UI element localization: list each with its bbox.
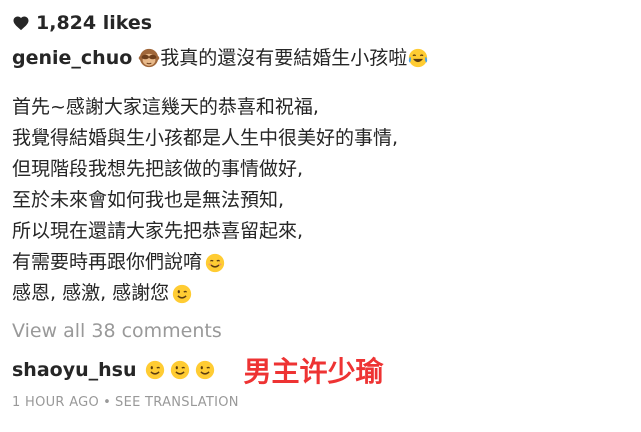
- caption-text: 感恩, 感激, 感謝您: [12, 282, 170, 304]
- comment-meta: 1 HOUR AGO • SEE TRANSLATION: [12, 395, 632, 410]
- caption-line: 但現階段我想先把該做的事情做好,: [12, 154, 632, 185]
- see-translation-link[interactable]: SEE TRANSLATION: [115, 395, 239, 410]
- post-author-username[interactable]: genie_chuo: [12, 44, 132, 72]
- winking-face-icon: [194, 359, 216, 381]
- winking-face-icon: [169, 359, 191, 381]
- likes-count[interactable]: 1,824 likes: [36, 12, 152, 34]
- likes-row[interactable]: 1,824 likes: [12, 10, 632, 36]
- caption-text: 但現階段我想先把該做的事情做好,: [12, 158, 304, 180]
- timestamp: 1 HOUR AGO: [12, 395, 100, 410]
- winking-face-icon: [171, 283, 193, 305]
- view-all-comments-link[interactable]: View all 38 comments: [12, 317, 632, 345]
- red-annotation-text: 男主许少瑜: [243, 355, 384, 388]
- heart-icon[interactable]: [12, 14, 30, 32]
- caption-header: genie_chuo 我真的還沒有要結婚生小孩啦: [12, 44, 632, 72]
- comment-row: shaoyu_hsu 男主许少瑜: [12, 353, 632, 388]
- meta-separator: •: [103, 395, 112, 410]
- caption-line: 至於未來會如何我也是無法預知,: [12, 185, 632, 216]
- caption-line: 所以現在還請大家先把恭喜留起來,: [12, 216, 632, 247]
- caption-text: 所以現在還請大家先把恭喜留起來,: [12, 220, 304, 242]
- smiling-face-icon: [204, 252, 226, 274]
- instagram-post: 1,824 likes genie_chuo 我真的還沒有要結婚生小孩啦 首先~…: [12, 10, 632, 410]
- caption-body: 首先~感謝大家這幾天的恭喜和祝福, 我覺得結婚與生小孩都是人生中很美好的事情, …: [12, 92, 632, 309]
- see-no-evil-monkey-icon: [138, 47, 160, 69]
- caption-line: 有需要時再跟你們說唷: [12, 247, 632, 278]
- caption-text: 有需要時再跟你們說唷: [12, 251, 203, 273]
- caption-text: 至於未來會如何我也是無法預知,: [12, 189, 285, 211]
- caption-line: 感恩, 感激, 感謝您: [12, 278, 632, 309]
- tears-of-joy-icon: [407, 47, 429, 69]
- caption-text: 首先~感謝大家這幾天的恭喜和祝福,: [12, 96, 319, 118]
- caption-text: 我覺得結婚與生小孩都是人生中很美好的事情,: [12, 127, 399, 149]
- winking-face-icon: [144, 359, 166, 381]
- caption-line: 首先~感謝大家這幾天的恭喜和祝福,: [12, 92, 632, 123]
- caption-headline: 我真的還沒有要結婚生小孩啦: [160, 47, 408, 69]
- caption-line: 我覺得結婚與生小孩都是人生中很美好的事情,: [12, 123, 632, 154]
- comment-author-username[interactable]: shaoyu_hsu: [12, 359, 136, 381]
